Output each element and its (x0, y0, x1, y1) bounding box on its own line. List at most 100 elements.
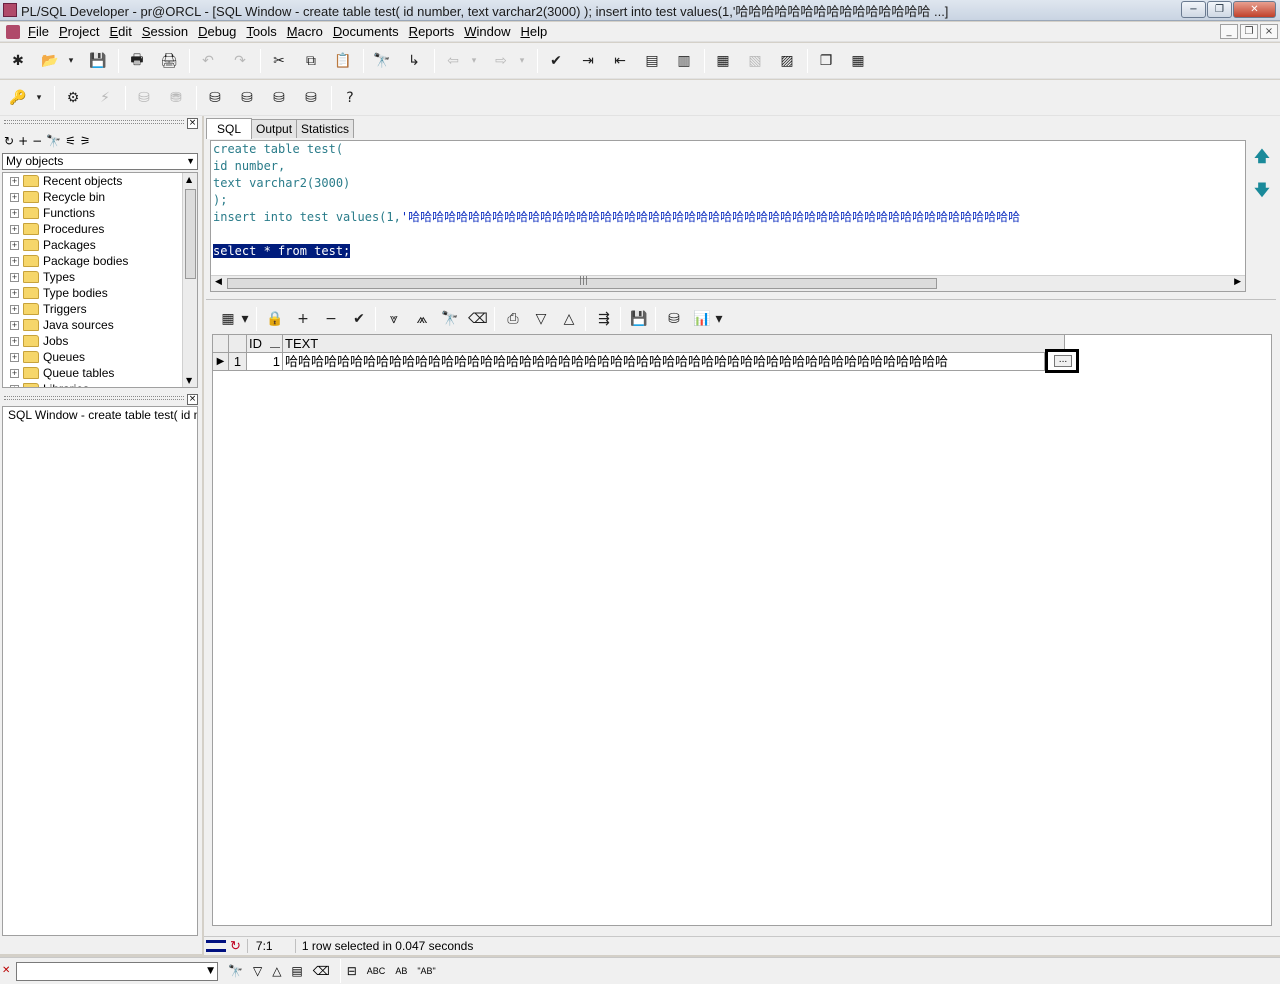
find-option-button[interactable]: AB (395, 966, 407, 976)
expand-icon[interactable]: + (10, 304, 19, 314)
insert-record-icon[interactable]: + (291, 307, 315, 331)
scroll-up-icon[interactable]: ▲ (186, 175, 192, 184)
indent-icon[interactable]: ⇥ (576, 49, 600, 73)
copy-icon[interactable]: ⧉ (299, 49, 323, 73)
cut-icon[interactable]: ✂ (267, 49, 291, 73)
tree-item[interactable]: + Types (3, 269, 197, 285)
help-icon[interactable]: ? (338, 86, 362, 110)
cell-id[interactable]: 1 (247, 353, 283, 371)
find-input[interactable]: ▼ (16, 961, 218, 981)
find-prev-icon[interactable]: △ (272, 964, 281, 978)
cascade-icon[interactable]: ❐ (814, 49, 838, 73)
tree-item[interactable]: + Java sources (3, 317, 197, 333)
close-icon[interactable]: ✕ (2, 966, 12, 976)
filter-icon[interactable]: ⚟ (65, 134, 76, 148)
table-row[interactable]: ▶ 1 1 哈哈哈哈哈哈哈哈哈哈哈哈哈哈哈哈哈哈哈哈哈哈哈哈哈哈哈哈哈哈哈哈哈哈… (213, 353, 1045, 371)
grid-col-text[interactable]: TEXT (283, 335, 1065, 353)
new-icon[interactable]: ✱ (6, 49, 30, 73)
chevron-down-icon[interactable]: ▾ (64, 49, 78, 73)
chevron-down-icon[interactable]: ▾ (32, 86, 46, 110)
paste-icon[interactable]: 📋 (331, 49, 355, 73)
column-sort-icon[interactable] (270, 338, 280, 348)
object-filter-select[interactable]: My objects ▼ (2, 153, 198, 170)
doc-icon[interactable] (6, 24, 20, 39)
menu-reports[interactable]: Reports (407, 24, 463, 39)
find-option-button[interactable]: ABC (367, 966, 386, 976)
tree-scroll-thumb[interactable] (185, 189, 196, 279)
tree-scrollbar[interactable]: ▲ ▼ (182, 173, 197, 387)
expand-icon[interactable]: + (10, 384, 19, 387)
window-list-grip[interactable] (4, 396, 184, 400)
menu-debug[interactable]: Debug (196, 24, 244, 39)
scroll-left-icon[interactable]: ◀ (215, 277, 222, 287)
menu-file[interactable]: File (26, 24, 57, 39)
menu-documents[interactable]: Documents (331, 24, 407, 39)
filter-edit-icon[interactable]: ⚞ (80, 134, 91, 148)
find-icon[interactable]: 🔭 (438, 307, 462, 331)
grid-options-icon[interactable]: ▦ (216, 307, 240, 331)
expand-icon[interactable]: + (10, 176, 19, 186)
tree-item[interactable]: + Recycle bin (3, 189, 197, 205)
find-icon[interactable]: 🔭 (228, 964, 243, 978)
expand-icon[interactable]: + (10, 352, 19, 362)
mdi-close-button[interactable]: × (1260, 24, 1278, 39)
tree-item[interactable]: + Jobs (3, 333, 197, 349)
arrow-up-icon[interactable]: 🡅 (1252, 146, 1272, 180)
rollback-icon[interactable]: ⛃ (164, 86, 188, 110)
open-icon[interactable]: 📂 (38, 49, 62, 73)
mdi-restore-button[interactable]: ❐ (1240, 24, 1258, 39)
unindent-icon[interactable]: ⇤ (608, 49, 632, 73)
editor-hscrollbar[interactable]: ◀ ||| ▶ (211, 275, 1245, 291)
clear-record-icon[interactable]: ⌫ (466, 307, 490, 331)
menu-macro[interactable]: Macro (285, 24, 331, 39)
expand-icon[interactable]: + (10, 208, 19, 218)
window-list-item[interactable]: SQL Window - create table test( id numbe… (3, 407, 197, 423)
expand-icon[interactable]: + (10, 240, 19, 250)
expand-icon[interactable]: + (10, 272, 19, 282)
chevron-down-icon[interactable]: ▾ (238, 307, 252, 331)
tile-icon[interactable]: ▦ (846, 49, 870, 73)
fetch-last-icon[interactable]: ⩕ (410, 307, 434, 331)
result-grid[interactable]: ID TEXT ▶ 1 1 哈哈哈哈哈哈哈哈哈哈哈哈哈哈哈哈哈哈哈哈哈哈哈哈哈哈… (212, 334, 1272, 926)
tab-sql[interactable]: SQL (206, 118, 253, 139)
close-button[interactable]: ✕ (1233, 1, 1276, 18)
window-list-icon[interactable]: ▦ (711, 49, 735, 73)
expand-icon[interactable]: + (10, 192, 19, 202)
link-icon[interactable]: ⇶ (592, 307, 616, 331)
tab-output[interactable]: Output (251, 119, 298, 138)
export-save-icon[interactable]: 💾 (627, 307, 651, 331)
cell-text[interactable]: 哈哈哈哈哈哈哈哈哈哈哈哈哈哈哈哈哈哈哈哈哈哈哈哈哈哈哈哈哈哈哈哈哈哈哈哈哈哈哈哈… (283, 353, 1045, 371)
refresh-icon[interactable]: ↻ (4, 134, 14, 148)
find-icon[interactable]: 🔭 (46, 134, 61, 148)
chevron-down-icon[interactable]: ▾ (467, 49, 481, 73)
chevron-down-icon[interactable]: ▾ (712, 307, 726, 331)
tree-item[interactable]: + Libraries (3, 381, 197, 387)
minimize-button[interactable]: − (1181, 1, 1206, 18)
find-next-icon[interactable]: ↳ (402, 49, 426, 73)
tree-item[interactable]: + Functions (3, 205, 197, 221)
tab-statistics[interactable]: Statistics (296, 119, 355, 138)
forward-icon[interactable]: ⇨ (489, 49, 513, 73)
chart-icon[interactable]: 📊 (690, 307, 714, 331)
comment-icon[interactable]: ▤ (640, 49, 664, 73)
menu-session[interactable]: Session (140, 24, 196, 39)
expand-icon[interactable]: + (10, 288, 19, 298)
undo-icon[interactable]: ↶ (196, 49, 220, 73)
tree-item[interactable]: + Type bodies (3, 285, 197, 301)
tree-item[interactable]: + Triggers (3, 301, 197, 317)
tree-item[interactable]: + Queues (3, 349, 197, 365)
highlight-icon[interactable]: ▤ (291, 964, 302, 978)
print-preview-icon[interactable]: 🖨 (157, 49, 181, 73)
export-db-icon[interactable]: ⛁ (662, 307, 686, 331)
db-sql-icon[interactable]: ⛁ (235, 86, 259, 110)
cell-editor-button[interactable]: ... (1045, 349, 1079, 373)
expand-icon[interactable]: + (10, 224, 19, 234)
menu-tools[interactable]: Tools (244, 24, 284, 39)
menu-project[interactable]: Project (57, 24, 107, 39)
commit-icon[interactable]: ⛁ (132, 86, 156, 110)
next-page-icon[interactable]: ▽ (529, 307, 553, 331)
browser-grip[interactable] (4, 120, 184, 124)
object-tree[interactable]: + Recent objects + Recycle bin + Functions + Pr… (2, 172, 198, 388)
prev-page-icon[interactable]: △ (557, 307, 581, 331)
db-connect-icon[interactable]: ⛁ (267, 86, 291, 110)
